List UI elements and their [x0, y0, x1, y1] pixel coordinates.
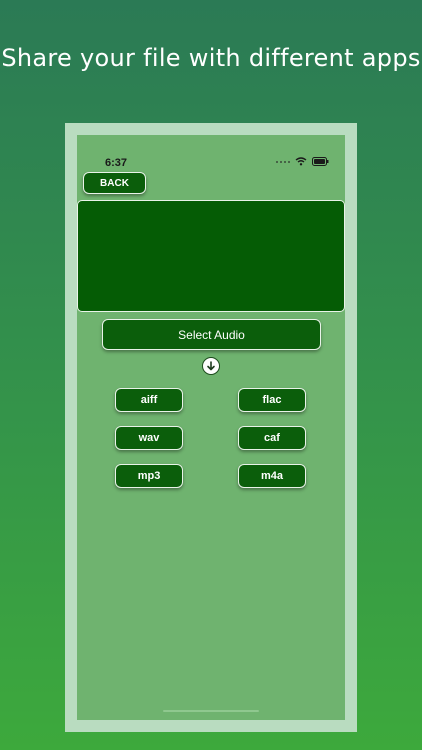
format-wav-button[interactable]: wav	[115, 426, 183, 450]
format-m4a-button[interactable]: m4a	[238, 464, 306, 488]
home-indicator	[163, 710, 259, 712]
battery-icon	[312, 157, 329, 166]
status-time: 6:37	[105, 157, 128, 169]
select-audio-button[interactable]: Select Audio	[102, 319, 321, 350]
device-frame: 6:37 BACK Select Audio aiff flac wav caf…	[65, 123, 357, 732]
wifi-icon	[295, 157, 307, 166]
arrow-down-circle-icon[interactable]	[202, 357, 220, 375]
audio-display-area	[77, 200, 345, 312]
format-aiff-button[interactable]: aiff	[115, 388, 183, 412]
format-mp3-button[interactable]: mp3	[115, 464, 183, 488]
promo-headline: Share your file with different apps	[1, 44, 421, 72]
signal-dots-icon	[276, 160, 290, 163]
format-caf-button[interactable]: caf	[238, 426, 306, 450]
format-flac-button[interactable]: flac	[238, 388, 306, 412]
status-icons	[276, 157, 329, 166]
back-button[interactable]: BACK	[83, 172, 146, 194]
app-screen: 6:37 BACK Select Audio aiff flac wav caf…	[77, 135, 345, 720]
